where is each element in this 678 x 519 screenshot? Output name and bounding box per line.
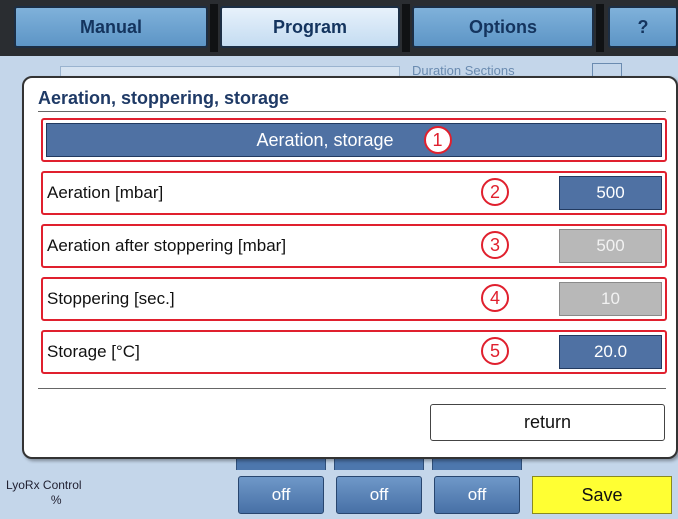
aeration-value-field[interactable]: 500: [559, 176, 662, 210]
storage-value-field[interactable]: 20.0: [559, 335, 662, 369]
storage-row: Storage [°C] 5 20.0: [41, 330, 667, 374]
callout-number-1: 1: [423, 126, 452, 154]
stoppering-row: Stoppering [sec.] 4 10: [41, 277, 667, 321]
dialog-title: Aeration, stoppering, storage: [38, 88, 290, 108]
aeration-after-stoppering-value-field: 500: [559, 229, 662, 263]
bottom-divider: [38, 388, 666, 389]
off-button-2[interactable]: off: [336, 476, 422, 514]
header-highlight: Aeration, storage 1: [41, 118, 667, 162]
tab-separator: [596, 4, 604, 52]
lyorx-unit: %: [50, 493, 62, 507]
save-button[interactable]: Save: [532, 476, 672, 514]
return-button[interactable]: return: [430, 404, 665, 441]
aeration-after-stoppering-row: Aeration after stoppering [mbar] 3 500: [41, 224, 667, 268]
aeration-dialog: Aeration, stoppering, storage Aeration, …: [22, 76, 678, 459]
section-header-aeration-storage[interactable]: Aeration, storage 1: [46, 123, 662, 157]
aeration-row: Aeration [mbar] 2 500: [41, 171, 667, 215]
tab-help[interactable]: ?: [608, 6, 678, 48]
tab-separator: [210, 4, 218, 52]
tab-program[interactable]: Program: [220, 6, 400, 48]
section-header-label: Aeration, storage: [256, 129, 394, 150]
storage-label: Storage [°C]: [47, 342, 140, 361]
callout-number-4: 4: [481, 284, 509, 312]
stoppering-label: Stoppering [sec.]: [47, 289, 175, 308]
tab-manual[interactable]: Manual: [14, 6, 208, 48]
background-mini-field: [592, 63, 622, 77]
aeration-after-stoppering-label: Aeration after stoppering [mbar]: [47, 236, 287, 255]
aeration-label: Aeration [mbar]: [47, 183, 164, 202]
lyorx-control-label: LyoRx Control %: [6, 478, 82, 508]
tab-separator: [402, 4, 410, 52]
off-button-3[interactable]: off: [434, 476, 520, 514]
lyorx-label-text: LyoRx Control: [6, 478, 82, 492]
top-tab-bar: Manual Program Options ?: [0, 0, 678, 56]
title-divider: [38, 111, 666, 112]
callout-number-5: 5: [481, 337, 509, 365]
off-button-1[interactable]: off: [238, 476, 324, 514]
tab-options[interactable]: Options: [412, 6, 594, 48]
callout-number-2: 2: [481, 178, 509, 206]
callout-number-3: 3: [481, 231, 509, 259]
stoppering-value-field: 10: [559, 282, 662, 316]
